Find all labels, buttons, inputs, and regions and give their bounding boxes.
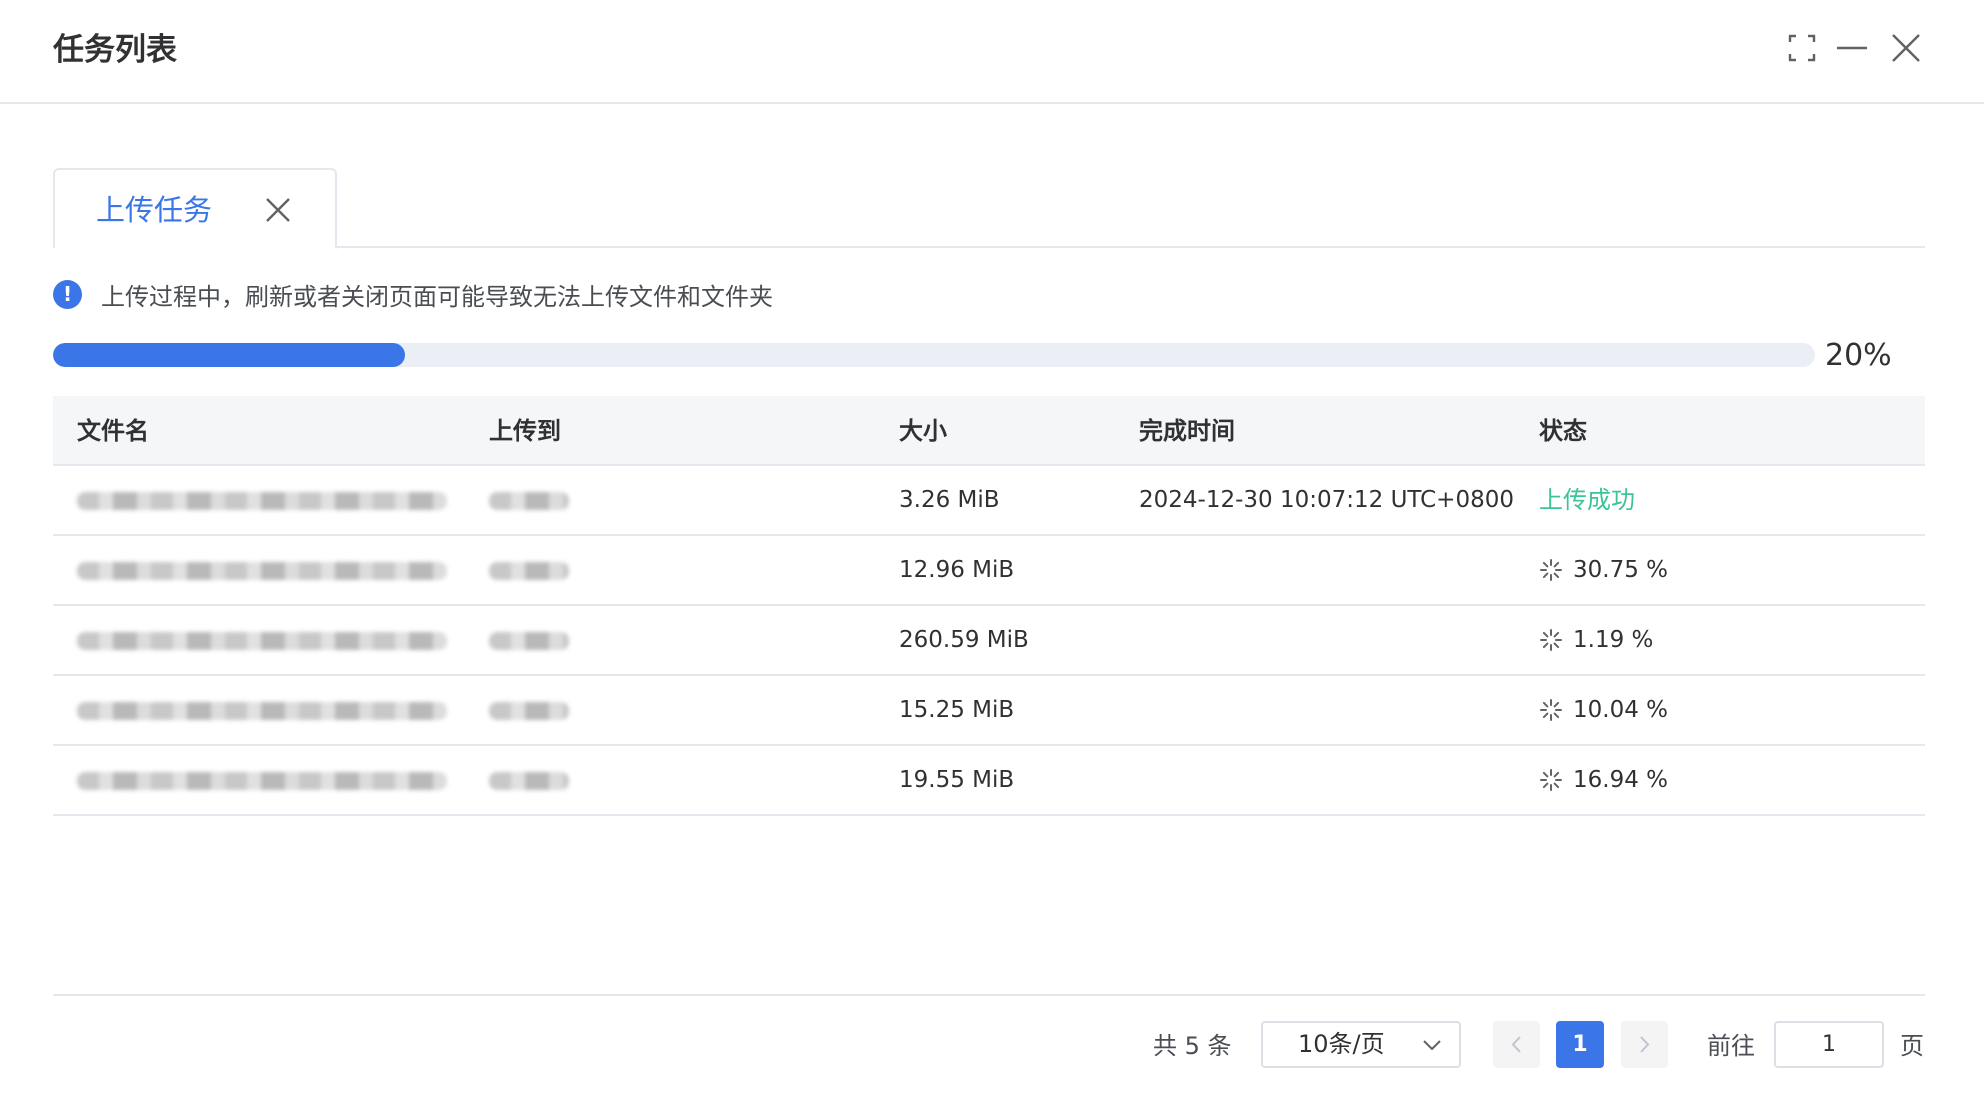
status-uploading: 10.04 % — [1539, 676, 1668, 744]
upload-percent: 16.94 % — [1573, 767, 1669, 793]
file-size: 19.55 MiB — [899, 767, 1015, 793]
dialog-header: 任务列表 — [0, 0, 1984, 104]
minimize-button[interactable] — [1832, 28, 1872, 68]
table-row: 15.25 MiB 10.04 % — [53, 676, 1925, 746]
destination-redacted — [489, 536, 569, 604]
dialog-title: 任务列表 — [53, 32, 177, 68]
column-header-destination: 上传到 — [489, 417, 561, 445]
chevron-left-icon — [1511, 1036, 1521, 1053]
redacted-text — [77, 631, 447, 650]
goto-label: 前往 — [1707, 1032, 1755, 1060]
completed-time: 2024-12-30 10:07:12 UTC+0800 — [1139, 487, 1514, 513]
table-header: 文件名 上传到 大小 完成时间 状态 — [53, 396, 1925, 466]
upload-percent: 1.19 % — [1573, 627, 1654, 653]
page-number-current[interactable]: 1 — [1556, 1021, 1604, 1068]
progress-percent: 20% — [1825, 338, 1892, 373]
warning-text: 上传过程中，刷新或者关闭页面可能导致无法上传文件和文件夹 — [101, 283, 773, 311]
redacted-text — [489, 701, 569, 720]
file-size: 12.96 MiB — [899, 557, 1015, 583]
maximize-button[interactable] — [1782, 28, 1822, 68]
column-header-completed-time: 完成时间 — [1139, 417, 1235, 445]
table-row: 3.26 MiB 2024-12-30 10:07:12 UTC+0800 上传… — [53, 466, 1925, 536]
footer-divider — [53, 994, 1925, 996]
overall-progress-bar — [53, 343, 1815, 367]
status-uploading: 30.75 % — [1539, 536, 1668, 604]
chevron-right-icon — [1640, 1036, 1650, 1053]
redacted-text — [489, 631, 569, 650]
destination-redacted — [489, 676, 569, 744]
redacted-text — [77, 491, 447, 510]
file-size: 3.26 MiB — [899, 487, 1000, 513]
pagination-total: 共 5 条 — [1153, 1032, 1232, 1060]
column-header-status: 状态 — [1539, 417, 1587, 445]
table-row: 260.59 MiB 1.19 % — [53, 606, 1925, 676]
redacted-text — [489, 561, 569, 580]
destination-redacted — [489, 746, 569, 814]
minimize-icon — [1837, 46, 1867, 50]
filename-redacted — [77, 676, 447, 744]
tab-bar: 上传任务 — [53, 168, 1925, 249]
filename-redacted — [77, 606, 447, 674]
close-icon — [1892, 34, 1920, 62]
upload-percent: 30.75 % — [1573, 557, 1669, 583]
redacted-text — [77, 771, 447, 790]
task-table: 文件名 上传到 大小 完成时间 状态 3.26 MiB 2024-12-30 1… — [53, 396, 1925, 816]
tab-upload-tasks[interactable]: 上传任务 — [53, 168, 337, 249]
filename-redacted — [77, 746, 447, 814]
close-icon — [266, 198, 290, 222]
chevron-down-icon — [1419, 1032, 1445, 1058]
status-success: 上传成功 — [1539, 486, 1635, 514]
loading-spinner-icon — [1539, 768, 1563, 792]
table-row: 19.55 MiB 16.94 % — [53, 746, 1925, 816]
loading-spinner-icon — [1539, 698, 1563, 722]
filename-redacted — [77, 536, 447, 604]
close-button[interactable] — [1886, 28, 1926, 68]
destination-redacted — [489, 466, 569, 534]
page-size-select[interactable]: 10条/页 — [1261, 1021, 1461, 1068]
destination-redacted — [489, 606, 569, 674]
next-page-button[interactable] — [1621, 1021, 1668, 1068]
table-row: 12.96 MiB 30.75 % — [53, 536, 1925, 606]
goto-page-input[interactable] — [1774, 1021, 1884, 1068]
column-header-filename: 文件名 — [77, 417, 149, 445]
redacted-text — [77, 561, 447, 580]
goto-suffix: 页 — [1900, 1032, 1924, 1060]
file-size: 15.25 MiB — [899, 697, 1015, 723]
progress-fill — [53, 343, 406, 367]
redacted-text — [489, 491, 569, 510]
info-icon: ! — [53, 280, 82, 309]
status-uploading: 16.94 % — [1539, 746, 1668, 814]
loading-spinner-icon — [1539, 628, 1563, 652]
loading-spinner-icon — [1539, 558, 1563, 582]
redacted-text — [77, 701, 447, 720]
prev-page-button[interactable] — [1493, 1021, 1540, 1068]
maximize-icon — [1788, 34, 1816, 62]
upload-percent: 10.04 % — [1573, 697, 1669, 723]
redacted-text — [489, 771, 569, 790]
column-header-size: 大小 — [899, 417, 947, 445]
file-size: 260.59 MiB — [899, 627, 1029, 653]
tab-close-button[interactable] — [260, 192, 296, 228]
filename-redacted — [77, 466, 447, 534]
tab-label: 上传任务 — [96, 193, 213, 227]
status-uploading: 1.19 % — [1539, 606, 1653, 674]
page-size-value: 10条/页 — [1298, 1030, 1385, 1058]
